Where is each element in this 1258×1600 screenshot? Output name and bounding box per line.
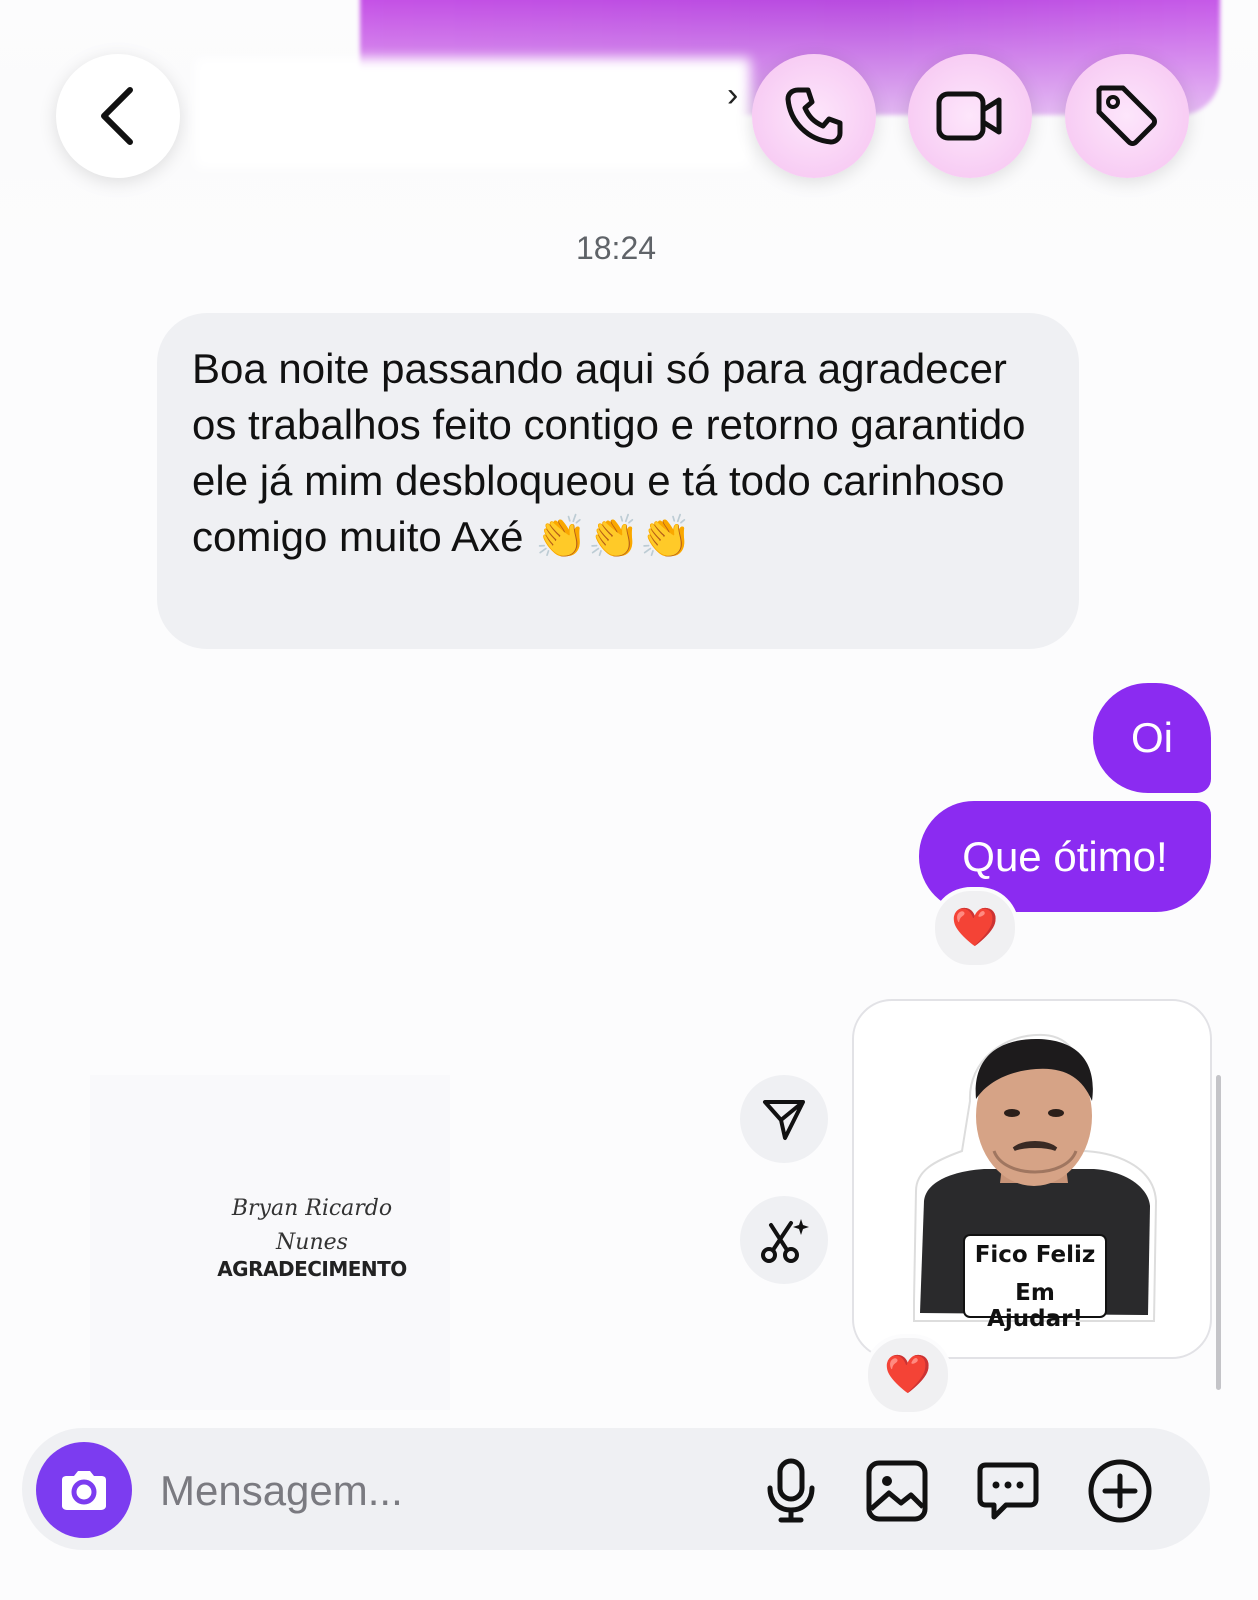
heart-icon: ❤️ <box>884 1354 932 1396</box>
chevron-right-icon[interactable]: › <box>727 76 738 115</box>
sticker-button[interactable] <box>975 1458 1041 1524</box>
back-button[interactable] <box>56 54 180 178</box>
message-timestamp: 18:24 <box>575 230 657 266</box>
watermark-name-line1: Bryan Ricardo <box>231 1196 393 1221</box>
heart-reaction[interactable]: ❤️ <box>931 887 1019 969</box>
phone-icon <box>785 87 843 145</box>
message-input[interactable] <box>158 1462 722 1520</box>
sticker-caption-line2: Em Ajudar! <box>987 1280 1083 1332</box>
heart-icon: ❤️ <box>951 907 999 949</box>
sticker-caption-line1: Fico Feliz <box>974 1242 1096 1268</box>
cutout-button[interactable] <box>740 1196 828 1284</box>
tag-icon <box>1096 85 1157 146</box>
incoming-message-bubble[interactable]: Boa noite passando aqui só para agradece… <box>157 313 1079 649</box>
camera-button[interactable] <box>36 1442 132 1538</box>
share-button[interactable] <box>740 1075 828 1163</box>
heart-reaction[interactable]: ❤️ <box>864 1334 952 1416</box>
contact-name-redacted[interactable] <box>195 58 750 168</box>
chevron-left-icon <box>101 87 133 145</box>
add-button[interactable] <box>1087 1458 1153 1524</box>
send-icon <box>763 1100 805 1140</box>
sticker-message[interactable]: Fico Feliz Em Ajudar! <box>852 999 1212 1359</box>
watermark-title: AGRADECIMENTO <box>217 1257 407 1281</box>
video-call-button[interactable] <box>908 54 1032 178</box>
video-camera-icon <box>936 91 1002 141</box>
gallery-icon <box>866 1460 928 1522</box>
outgoing-message-bubble[interactable]: Oi <box>1093 683 1211 793</box>
incoming-message-text: Boa noite passando aqui só para agradece… <box>192 345 1026 560</box>
plus-icon <box>1088 1459 1152 1523</box>
microphone-button[interactable] <box>758 1458 824 1524</box>
scissors-sparkle-icon <box>761 1219 809 1263</box>
microphone-icon <box>767 1458 815 1523</box>
call-button[interactable] <box>752 54 876 178</box>
tag-button[interactable] <box>1065 54 1189 178</box>
camera-icon <box>62 1471 106 1510</box>
chat-bubble-icon <box>977 1462 1039 1520</box>
scrollbar[interactable] <box>1216 1075 1221 1390</box>
watermark-name-line2: Nunes <box>276 1230 348 1255</box>
gallery-button[interactable] <box>864 1458 930 1524</box>
